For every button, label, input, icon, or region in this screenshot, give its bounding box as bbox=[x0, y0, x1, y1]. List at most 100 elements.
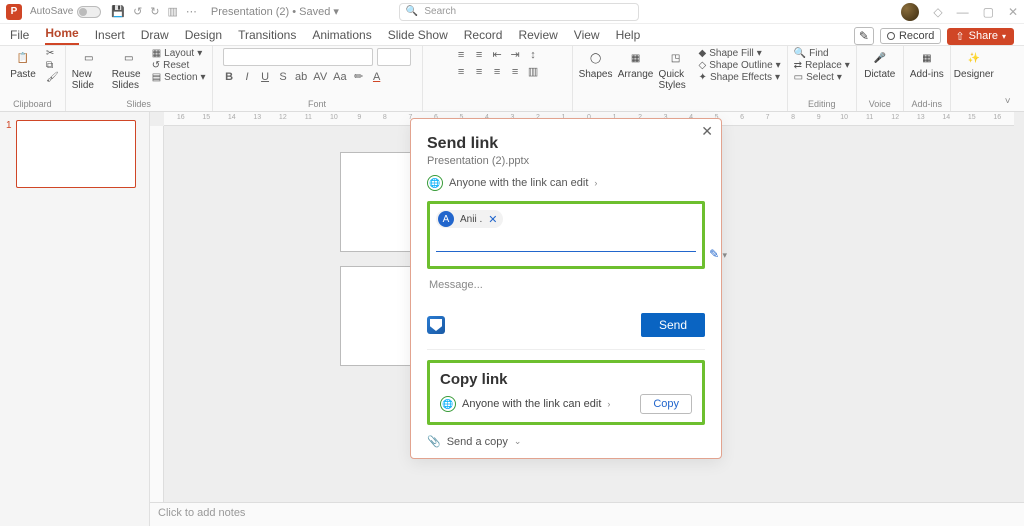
message-input[interactable]: Message... bbox=[429, 279, 703, 291]
bullets-button[interactable]: ≡ bbox=[455, 49, 467, 61]
vertical-ruler bbox=[150, 126, 164, 502]
link-permissions-button[interactable]: 🌐 Anyone with the link can edit› bbox=[427, 175, 705, 191]
cut-button[interactable]: ✂ bbox=[46, 48, 59, 59]
tab-insert[interactable]: Insert bbox=[95, 28, 125, 45]
undo-icon[interactable]: ↺ bbox=[133, 5, 142, 18]
redo-icon[interactable]: ↻ bbox=[150, 5, 159, 18]
outlook-icon[interactable] bbox=[427, 316, 445, 334]
tab-view[interactable]: View bbox=[574, 28, 600, 45]
record-button[interactable]: Record bbox=[880, 28, 941, 44]
document-name[interactable]: Presentation (2) • Saved ▾ bbox=[211, 5, 339, 18]
select-button[interactable]: ▭ Select ▾ bbox=[794, 72, 850, 83]
addins-button[interactable]: ▦Add-ins bbox=[910, 48, 944, 80]
slide-thumbnail-1[interactable] bbox=[16, 120, 136, 188]
recipient-name: Anii . bbox=[460, 214, 482, 225]
group-designer: ✨Designer bbox=[951, 46, 997, 111]
reset-button[interactable]: ↺ Reset bbox=[152, 60, 206, 71]
align-left-button[interactable]: ≡ bbox=[455, 66, 467, 78]
strike-button[interactable]: S bbox=[277, 71, 289, 83]
columns-button[interactable]: ▥ bbox=[527, 65, 539, 78]
paste-button[interactable]: 📋 Paste bbox=[6, 48, 40, 80]
recipient-chip[interactable]: A Anii . ✕ bbox=[436, 210, 503, 228]
align-right-button[interactable]: ≡ bbox=[491, 66, 503, 78]
send-button[interactable]: Send bbox=[641, 313, 705, 337]
indent-inc-button[interactable]: ⇥ bbox=[509, 48, 521, 61]
start-icon[interactable]: ▥ bbox=[168, 5, 178, 18]
linespacing-button[interactable]: ↕ bbox=[527, 49, 539, 61]
tab-design[interactable]: Design bbox=[185, 28, 222, 45]
recipient-input[interactable] bbox=[436, 234, 696, 252]
tab-draw[interactable]: Draw bbox=[141, 28, 169, 45]
remove-recipient-icon[interactable]: ✕ bbox=[488, 213, 497, 226]
reuse-slides-button[interactable]: ▭Reuse Slides bbox=[112, 48, 146, 91]
new-slide-button[interactable]: ▭New Slide bbox=[72, 48, 106, 91]
avatar[interactable] bbox=[901, 3, 919, 21]
search-input[interactable]: 🔍 Search bbox=[399, 3, 639, 21]
italic-button[interactable]: I bbox=[241, 71, 253, 83]
arrange-button[interactable]: ▦Arrange bbox=[619, 48, 653, 80]
close-dialog-button[interactable]: ✕ bbox=[701, 123, 713, 140]
recipient-avatar: A bbox=[438, 211, 454, 227]
format-painter-button[interactable]: 🖌 bbox=[46, 72, 59, 83]
align-center-button[interactable]: ≡ bbox=[473, 66, 485, 78]
justify-button[interactable]: ≡ bbox=[509, 66, 521, 78]
group-slides: ▭New Slide ▭Reuse Slides ▦ Layout ▾ ↺ Re… bbox=[66, 46, 213, 111]
notes-pane[interactable]: Click to add notes bbox=[150, 502, 1024, 526]
quickstyles-icon: ◳ bbox=[666, 48, 686, 68]
tab-help[interactable]: Help bbox=[616, 28, 641, 45]
copy-permissions-button[interactable]: 🌐 Anyone with the link can edit› bbox=[440, 396, 610, 412]
find-button[interactable]: 🔍 Find bbox=[794, 48, 850, 59]
tab-transitions[interactable]: Transitions bbox=[238, 28, 296, 45]
font-family-select[interactable] bbox=[223, 48, 373, 66]
collapse-ribbon-icon[interactable]: ˅ bbox=[1005, 96, 1011, 107]
save-icon[interactable]: 💾 bbox=[111, 5, 125, 18]
tab-animations[interactable]: Animations bbox=[312, 28, 371, 45]
coming-soon-icon[interactable]: ◇ bbox=[933, 5, 942, 19]
group-voice: 🎤Dictate Voice bbox=[857, 46, 904, 111]
tab-file[interactable]: File bbox=[10, 28, 29, 45]
designer-button[interactable]: ✨Designer bbox=[957, 48, 991, 80]
font-color-button[interactable]: A bbox=[371, 71, 383, 83]
group-paragraph: ≡ ≡ ⇤ ⇥ ↕ ≡ ≡ ≡ ≡ ▥ bbox=[423, 46, 573, 111]
mic-icon: 🎤 bbox=[870, 48, 890, 68]
minimize-icon[interactable]: — bbox=[957, 5, 969, 19]
close-icon[interactable]: ✕ bbox=[1008, 5, 1018, 19]
spacing-button[interactable]: AV bbox=[313, 71, 327, 83]
shape-effects-button[interactable]: ✦ Shape Effects ▾ bbox=[699, 72, 781, 83]
tab-home[interactable]: Home bbox=[45, 26, 78, 45]
send-a-copy-button[interactable]: 📎 Send a copy ⌄ bbox=[411, 425, 721, 448]
maximize-icon[interactable]: ▢ bbox=[983, 5, 994, 19]
numbering-button[interactable]: ≡ bbox=[473, 49, 485, 61]
toggle-icon[interactable] bbox=[77, 6, 101, 18]
copy-button[interactable]: ⧉ bbox=[46, 60, 59, 71]
bold-button[interactable]: B bbox=[223, 71, 235, 83]
replace-button[interactable]: ⇄ Replace ▾ bbox=[794, 60, 850, 71]
comments-icon[interactable]: ✎ bbox=[854, 27, 874, 45]
tab-slideshow[interactable]: Slide Show bbox=[388, 28, 448, 45]
more-icon[interactable]: ⋯ bbox=[186, 5, 197, 18]
indent-dec-button[interactable]: ⇤ bbox=[491, 48, 503, 61]
ribbon-tabs: File Home Insert Draw Design Transitions… bbox=[0, 24, 1024, 46]
shadow-button[interactable]: ab bbox=[295, 71, 307, 83]
copy-link-highlight: Copy link 🌐 Anyone with the link can edi… bbox=[427, 360, 705, 425]
quickstyles-button[interactable]: ◳Quick Styles bbox=[659, 48, 693, 91]
layout-button[interactable]: ▦ Layout ▾ bbox=[152, 48, 206, 59]
dialog-title: Send link bbox=[427, 135, 705, 153]
edit-permission-icon[interactable]: ✎ ▾ bbox=[709, 247, 727, 261]
shape-fill-button[interactable]: ◆ Shape Fill ▾ bbox=[699, 48, 781, 59]
section-button[interactable]: ▤ Section ▾ bbox=[152, 72, 206, 83]
shapes-button[interactable]: ◯Shapes bbox=[579, 48, 613, 80]
recipient-highlight: A Anii . ✕ bbox=[427, 201, 705, 269]
tab-review[interactable]: Review bbox=[518, 28, 557, 45]
share-button[interactable]: ⇧Share▾ bbox=[947, 28, 1014, 45]
designer-icon: ✨ bbox=[964, 48, 984, 68]
dictate-button[interactable]: 🎤Dictate bbox=[863, 48, 897, 80]
copy-button[interactable]: Copy bbox=[640, 394, 692, 414]
case-button[interactable]: Aa bbox=[333, 71, 346, 83]
shape-outline-button[interactable]: ◇ Shape Outline ▾ bbox=[699, 60, 781, 71]
highlight-button[interactable]: ✏ bbox=[353, 70, 365, 83]
autosave-toggle[interactable]: AutoSave bbox=[30, 6, 101, 18]
underline-button[interactable]: U bbox=[259, 71, 271, 83]
tab-record[interactable]: Record bbox=[464, 28, 503, 45]
font-size-select[interactable] bbox=[377, 48, 411, 66]
